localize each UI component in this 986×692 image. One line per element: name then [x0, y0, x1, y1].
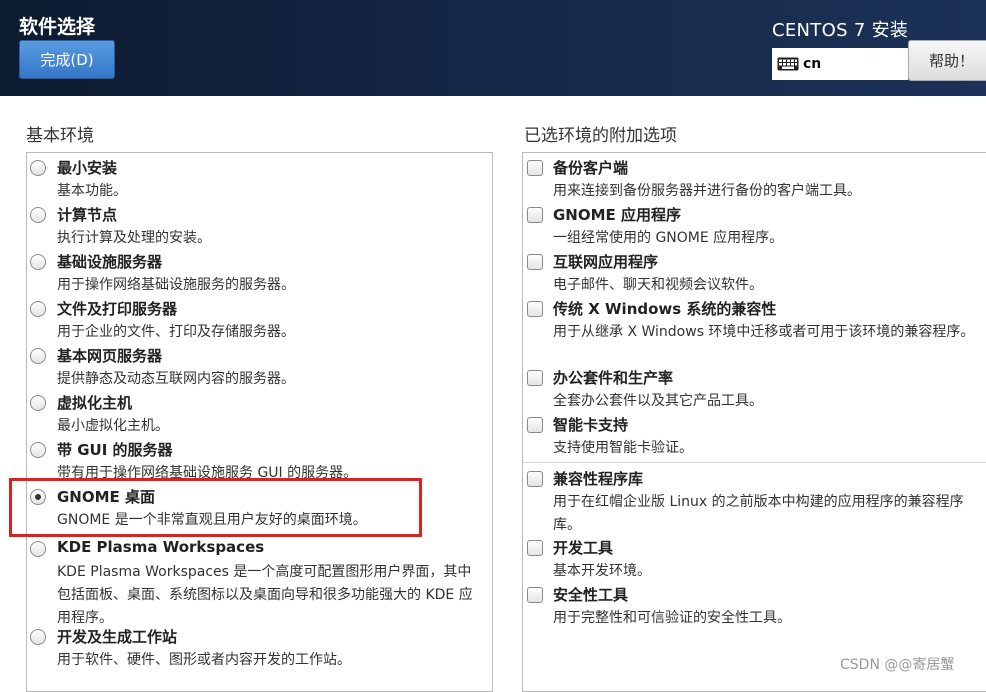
env-item-web-server[interactable]: 基本网页服务器 提供静态及动态互联网内容的服务器。 [27, 345, 492, 391]
checkbox[interactable] [527, 587, 543, 603]
env-title: 基本网页服务器 [57, 347, 163, 365]
base-environment-list: 最小安装 基本功能。 计算节点 执行计算及处理的安装。 基础设施服务器 用于操作… [26, 152, 493, 692]
keyboard-layout-label: cn [803, 56, 822, 72]
addons-list: 备份客户端 用来连接到备份服务器并进行备份的客户端工具。 GNOME 应用程序 … [522, 152, 986, 692]
addon-description: 用于从继承 X Windows 环境中迁移或者可用于该环境的兼容程序。 [553, 324, 975, 340]
env-title: 开发及生成工作站 [57, 628, 178, 646]
addon-title: 办公套件和生产率 [553, 369, 674, 387]
selection-highlight-box [9, 478, 422, 537]
env-title: 文件及打印服务器 [57, 300, 178, 318]
addon-title: 智能卡支持 [553, 416, 629, 434]
page-title: 软件选择 [19, 16, 96, 38]
checkbox[interactable] [527, 370, 543, 386]
header-bar: 软件选择 完成(D) CENTOS 7 安装 cn 帮助！ [0, 0, 986, 96]
radio-button[interactable] [30, 442, 46, 458]
radio-button[interactable] [30, 541, 46, 557]
checkbox[interactable] [527, 301, 543, 317]
addon-item-gnome-apps[interactable]: GNOME 应用程序 一组经常使用的 GNOME 应用程序。 [523, 204, 986, 250]
addon-title: 备份客户端 [553, 159, 629, 177]
env-title: 虚拟化主机 [57, 394, 133, 412]
addon-title: 互联网应用程序 [553, 253, 659, 271]
checkbox[interactable] [527, 417, 543, 433]
addon-item-backup-client[interactable]: 备份客户端 用来连接到备份服务器并进行备份的客户端工具。 [523, 157, 986, 203]
env-item-infrastructure-server[interactable]: 基础设施服务器 用于操作网络基础设施服务的服务器。 [27, 251, 492, 297]
addon-description: 用于在红帽企业版 Linux 的之前版本中构建的应用程序的兼容程序库。 [553, 494, 964, 533]
addon-item-office-suite[interactable]: 办公套件和生产率 全套办公套件以及其它产品工具。 [523, 367, 986, 413]
addon-description: 基本开发环境。 [553, 563, 651, 579]
env-description: 用于软件、硬件、图形或者内容开发的工作站。 [57, 652, 351, 668]
product-title: CENTOS 7 安装 [772, 20, 909, 41]
help-button[interactable]: 帮助！ [908, 40, 986, 81]
addons-heading: 已选环境的附加选项 [524, 126, 677, 146]
env-item-minimal[interactable]: 最小安装 基本功能。 [27, 157, 492, 203]
radio-button[interactable] [30, 160, 46, 176]
env-item-dev-workstation[interactable]: 开发及生成工作站 用于软件、硬件、图形或者内容开发的工作站。 [27, 626, 492, 672]
radio-button[interactable] [30, 207, 46, 223]
checkbox[interactable] [527, 471, 543, 487]
addon-title: 安全性工具 [553, 586, 629, 604]
watermark: CSDN @@寄居蟹 [840, 657, 955, 673]
env-title: 最小安装 [57, 159, 118, 177]
addon-title: 兼容性程序库 [553, 470, 644, 488]
addon-description: 全套办公套件以及其它产品工具。 [553, 393, 763, 409]
done-button[interactable]: 完成(D) [19, 40, 115, 79]
env-title: 带 GUI 的服务器 [57, 441, 173, 459]
addon-description: 用于完整性和可信验证的安全性工具。 [553, 610, 791, 626]
env-description: 提供静态及动态互联网内容的服务器。 [57, 371, 295, 387]
radio-button[interactable] [30, 348, 46, 364]
env-title: 计算节点 [57, 206, 118, 224]
env-item-file-print-server[interactable]: 文件及打印服务器 用于企业的文件、打印及存储服务器。 [27, 298, 492, 344]
checkbox[interactable] [527, 254, 543, 270]
addon-item-security-tools[interactable]: 安全性工具 用于完整性和可信验证的安全性工具。 [523, 584, 986, 630]
env-description: KDE Plasma Workspaces 是一个高度可配置图形用户界面，其中包… [57, 564, 473, 626]
addon-title: GNOME 应用程序 [553, 206, 682, 224]
addon-item-x-windows-compat[interactable]: 传统 X Windows 系统的兼容性 用于从继承 X Windows 环境中迁… [523, 298, 986, 366]
keyboard-icon [777, 57, 799, 71]
env-item-virtualization-host[interactable]: 虚拟化主机 最小虚拟化主机。 [27, 392, 492, 438]
addon-title: 传统 X Windows 系统的兼容性 [553, 300, 777, 318]
env-item-kde-plasma[interactable]: KDE Plasma Workspaces KDE Plasma Workspa… [27, 538, 492, 626]
keyboard-layout-indicator[interactable]: cn [772, 48, 908, 80]
radio-button[interactable] [30, 395, 46, 411]
env-item-compute-node[interactable]: 计算节点 执行计算及处理的安装。 [27, 204, 492, 250]
radio-button[interactable] [30, 629, 46, 645]
addon-description: 电子邮件、聊天和视频会议软件。 [553, 277, 763, 293]
addon-description: 一组经常使用的 GNOME 应用程序。 [553, 230, 784, 246]
addon-title: 开发工具 [553, 539, 614, 557]
addon-item-dev-tools[interactable]: 开发工具 基本开发环境。 [523, 537, 986, 583]
addon-item-compat-libraries[interactable]: 兼容性程序库 用于在红帽企业版 Linux 的之前版本中构建的应用程序的兼容程序… [523, 468, 986, 536]
addon-description: 用来连接到备份服务器并进行备份的客户端工具。 [553, 183, 861, 199]
base-environment-heading: 基本环境 [26, 126, 94, 146]
env-title: KDE Plasma Workspaces [57, 538, 265, 556]
radio-button[interactable] [30, 254, 46, 270]
checkbox[interactable] [527, 207, 543, 223]
addon-item-internet-apps[interactable]: 互联网应用程序 电子邮件、聊天和视频会议软件。 [523, 251, 986, 297]
env-description: 用于操作网络基础设施服务的服务器。 [57, 277, 295, 293]
env-description: 基本功能。 [57, 183, 127, 199]
addon-item-smart-card[interactable]: 智能卡支持 支持使用智能卡验证。 [523, 414, 986, 460]
env-description: 执行计算及处理的安装。 [57, 230, 211, 246]
radio-button[interactable] [30, 301, 46, 317]
env-description: 用于企业的文件、打印及存储服务器。 [57, 324, 295, 340]
checkbox[interactable] [527, 540, 543, 556]
addon-description: 支持使用智能卡验证。 [553, 440, 693, 456]
env-title: 基础设施服务器 [57, 253, 163, 271]
checkbox[interactable] [527, 160, 543, 176]
env-description: 最小虚拟化主机。 [57, 418, 169, 434]
addons-separator [523, 462, 986, 463]
